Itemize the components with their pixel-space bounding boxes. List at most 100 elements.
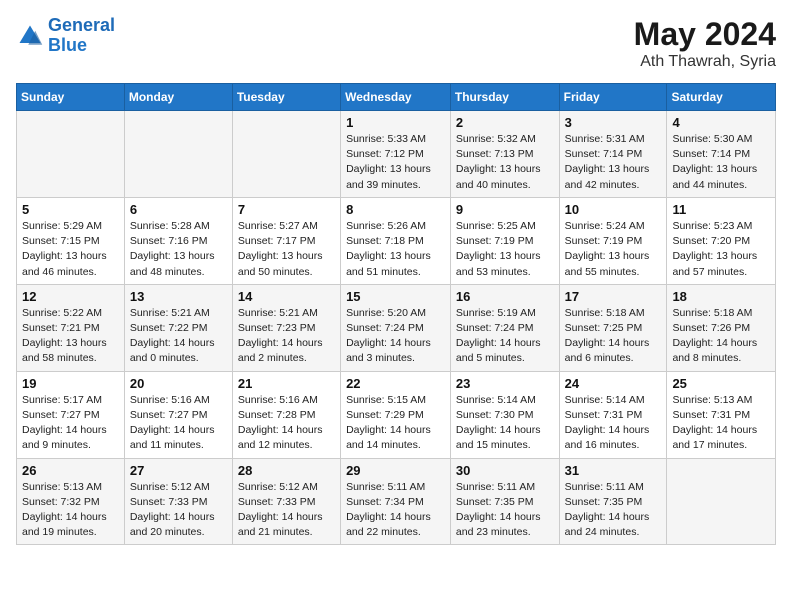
calendar-cell — [232, 111, 340, 198]
calendar-cell: 16 Sunrise: 5:19 AMSunset: 7:24 PMDayligh… — [450, 284, 559, 371]
calendar-cell: 31 Sunrise: 5:11 AMSunset: 7:35 PMDayligh… — [559, 458, 667, 545]
logo: General Blue — [16, 16, 115, 56]
day-number: 18 — [672, 289, 770, 304]
day-number: 14 — [238, 289, 335, 304]
day-number: 9 — [456, 202, 554, 217]
day-number: 10 — [565, 202, 662, 217]
calendar-cell: 6 Sunrise: 5:28 AMSunset: 7:16 PMDaylight… — [124, 197, 232, 284]
day-info: Sunrise: 5:28 AMSunset: 7:16 PMDaylight:… — [130, 219, 227, 280]
day-info: Sunrise: 5:30 AMSunset: 7:14 PMDaylight:… — [672, 132, 770, 193]
day-info: Sunrise: 5:24 AMSunset: 7:19 PMDaylight:… — [565, 219, 662, 280]
calendar-cell: 1Sunrise: 5:33 AMSunset: 7:12 PMDaylight… — [341, 111, 451, 198]
weekday-header: Saturday — [667, 84, 776, 111]
weekday-header: Thursday — [450, 84, 559, 111]
day-info: Sunrise: 5:18 AMSunset: 7:25 PMDaylight:… — [565, 306, 662, 367]
day-number: 27 — [130, 463, 227, 478]
weekday-header: Monday — [124, 84, 232, 111]
calendar-cell: 11 Sunrise: 5:23 AMSunset: 7:20 PMDayligh… — [667, 197, 776, 284]
day-info: Sunrise: 5:17 AMSunset: 7:27 PMDaylight:… — [22, 393, 119, 454]
weekday-header-row: SundayMondayTuesdayWednesdayThursdayFrid… — [17, 84, 776, 111]
calendar-cell: 15 Sunrise: 5:20 AMSunset: 7:24 PMDayligh… — [341, 284, 451, 371]
day-number: 23 — [456, 376, 554, 391]
day-info: Sunrise: 5:23 AMSunset: 7:20 PMDaylight:… — [672, 219, 770, 280]
day-info: Sunrise: 5:29 AMSunset: 7:15 PMDaylight:… — [22, 219, 119, 280]
calendar-cell: 29Sunrise: 5:11 AMSunset: 7:34 PMDayligh… — [341, 458, 451, 545]
day-info: Sunrise: 5:31 AMSunset: 7:14 PMDaylight:… — [565, 132, 662, 193]
weekday-header: Sunday — [17, 84, 125, 111]
day-number: 1 — [346, 115, 445, 130]
day-number: 8 — [346, 202, 445, 217]
calendar-table: SundayMondayTuesdayWednesdayThursdayFrid… — [16, 83, 776, 545]
weekday-header: Wednesday — [341, 84, 451, 111]
day-number: 2 — [456, 115, 554, 130]
day-info: Sunrise: 5:22 AMSunset: 7:21 PMDaylight:… — [22, 306, 119, 367]
day-number: 11 — [672, 202, 770, 217]
calendar-cell: 10 Sunrise: 5:24 AMSunset: 7:19 PMDayligh… — [559, 197, 667, 284]
calendar-cell: 8 Sunrise: 5:26 AMSunset: 7:18 PMDaylight… — [341, 197, 451, 284]
calendar-week-row: 19 Sunrise: 5:17 AMSunset: 7:27 PMDayligh… — [17, 371, 776, 458]
day-number: 26 — [22, 463, 119, 478]
day-number: 19 — [22, 376, 119, 391]
day-number: 28 — [238, 463, 335, 478]
day-number: 4 — [672, 115, 770, 130]
day-info: Sunrise: 5:13 AMSunset: 7:31 PMDaylight:… — [672, 393, 770, 454]
calendar-cell: 30Sunrise: 5:11 AMSunset: 7:35 PMDayligh… — [450, 458, 559, 545]
day-number: 7 — [238, 202, 335, 217]
day-number: 24 — [565, 376, 662, 391]
day-info: Sunrise: 5:20 AMSunset: 7:24 PMDaylight:… — [346, 306, 445, 367]
location: Ath Thawrah, Syria — [634, 53, 776, 71]
calendar-cell — [17, 111, 125, 198]
calendar-cell: 20Sunrise: 5:16 AMSunset: 7:27 PMDayligh… — [124, 371, 232, 458]
day-info: Sunrise: 5:26 AMSunset: 7:18 PMDaylight:… — [346, 219, 445, 280]
day-info: Sunrise: 5:11 AMSunset: 7:35 PMDaylight:… — [456, 480, 554, 541]
day-info: Sunrise: 5:19 AMSunset: 7:24 PMDaylight:… — [456, 306, 554, 367]
page-header: General Blue May 2024 Ath Thawrah, Syria — [16, 16, 776, 71]
calendar-cell: 19 Sunrise: 5:17 AMSunset: 7:27 PMDayligh… — [17, 371, 125, 458]
day-info: Sunrise: 5:32 AMSunset: 7:13 PMDaylight:… — [456, 132, 554, 193]
calendar-week-row: 1Sunrise: 5:33 AMSunset: 7:12 PMDaylight… — [17, 111, 776, 198]
calendar-cell: 12 Sunrise: 5:22 AMSunset: 7:21 PMDayligh… — [17, 284, 125, 371]
calendar-cell: 9 Sunrise: 5:25 AMSunset: 7:19 PMDaylight… — [450, 197, 559, 284]
calendar-cell: 25 Sunrise: 5:13 AMSunset: 7:31 PMDayligh… — [667, 371, 776, 458]
calendar-cell — [124, 111, 232, 198]
day-number: 3 — [565, 115, 662, 130]
day-info: Sunrise: 5:27 AMSunset: 7:17 PMDaylight:… — [238, 219, 335, 280]
title-block: May 2024 Ath Thawrah, Syria — [634, 16, 776, 71]
day-number: 21 — [238, 376, 335, 391]
day-number: 13 — [130, 289, 227, 304]
calendar-cell: 24Sunrise: 5:14 AMSunset: 7:31 PMDayligh… — [559, 371, 667, 458]
calendar-week-row: 5 Sunrise: 5:29 AMSunset: 7:15 PMDaylight… — [17, 197, 776, 284]
calendar-cell: 2 Sunrise: 5:32 AMSunset: 7:13 PMDaylight… — [450, 111, 559, 198]
calendar-week-row: 26Sunrise: 5:13 AMSunset: 7:32 PMDayligh… — [17, 458, 776, 545]
logo-text: General Blue — [48, 16, 115, 56]
day-info: Sunrise: 5:25 AMSunset: 7:19 PMDaylight:… — [456, 219, 554, 280]
day-info: Sunrise: 5:15 AMSunset: 7:29 PMDaylight:… — [346, 393, 445, 454]
calendar-cell: 28Sunrise: 5:12 AMSunset: 7:33 PMDayligh… — [232, 458, 340, 545]
calendar-cell: 27 Sunrise: 5:12 AMSunset: 7:33 PMDayligh… — [124, 458, 232, 545]
day-number: 12 — [22, 289, 119, 304]
day-info: Sunrise: 5:12 AMSunset: 7:33 PMDaylight:… — [130, 480, 227, 541]
day-number: 16 — [456, 289, 554, 304]
calendar-week-row: 12 Sunrise: 5:22 AMSunset: 7:21 PMDayligh… — [17, 284, 776, 371]
day-info: Sunrise: 5:21 AMSunset: 7:22 PMDaylight:… — [130, 306, 227, 367]
calendar-cell: 7 Sunrise: 5:27 AMSunset: 7:17 PMDaylight… — [232, 197, 340, 284]
day-number: 5 — [22, 202, 119, 217]
day-info: Sunrise: 5:16 AMSunset: 7:28 PMDaylight:… — [238, 393, 335, 454]
day-info: Sunrise: 5:11 AMSunset: 7:35 PMDaylight:… — [565, 480, 662, 541]
day-info: Sunrise: 5:21 AMSunset: 7:23 PMDaylight:… — [238, 306, 335, 367]
month-year: May 2024 — [634, 16, 776, 53]
day-number: 15 — [346, 289, 445, 304]
day-number: 22 — [346, 376, 445, 391]
day-number: 6 — [130, 202, 227, 217]
day-info: Sunrise: 5:16 AMSunset: 7:27 PMDaylight:… — [130, 393, 227, 454]
calendar-cell: 14 Sunrise: 5:21 AMSunset: 7:23 PMDayligh… — [232, 284, 340, 371]
calendar-cell: 21 Sunrise: 5:16 AMSunset: 7:28 PMDayligh… — [232, 371, 340, 458]
calendar-cell: 23Sunrise: 5:14 AMSunset: 7:30 PMDayligh… — [450, 371, 559, 458]
day-number: 17 — [565, 289, 662, 304]
day-number: 31 — [565, 463, 662, 478]
day-number: 29 — [346, 463, 445, 478]
calendar-cell: 13 Sunrise: 5:21 AMSunset: 7:22 PMDayligh… — [124, 284, 232, 371]
calendar-cell: 3 Sunrise: 5:31 AMSunset: 7:14 PMDaylight… — [559, 111, 667, 198]
logo-icon — [16, 22, 44, 50]
day-number: 25 — [672, 376, 770, 391]
